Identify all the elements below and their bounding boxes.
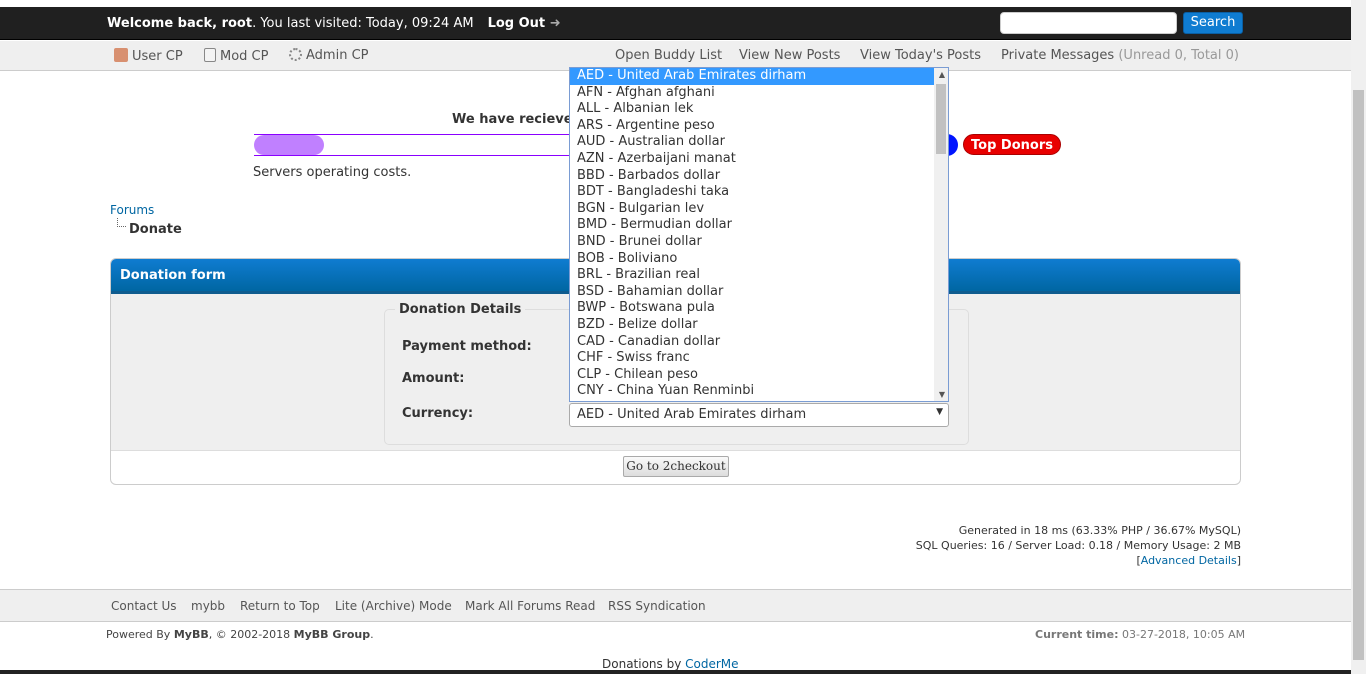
gear-icon [289,48,302,61]
user-icon [114,48,128,62]
top-donors-button[interactable]: Top Donors [963,134,1061,155]
debug-stats: Generated in 18 ms (63.33% PHP / 36.67% … [915,524,1241,567]
nav-new-posts[interactable]: View New Posts [739,48,840,63]
goal-title: We have recieve [452,112,573,127]
footer-rss[interactable]: RSS Syndication [608,599,706,613]
scroll-up-icon[interactable]: ▲ [939,70,945,79]
currency-option[interactable]: BDT - Bangladeshi taka [570,184,948,201]
currency-select[interactable]: AED - United Arab Emirates dirham ▼ [569,403,949,427]
search-button[interactable]: Search [1183,12,1243,34]
currency-option[interactable]: AFN - Afghan afghani [570,85,948,102]
footer-mark-read[interactable]: Mark All Forums Read [465,599,595,613]
nav-mod-cp[interactable]: Mod CP [204,48,268,64]
nav-today-posts[interactable]: View Today's Posts [860,48,981,63]
nav-private-messages[interactable]: Private Messages [1001,48,1114,63]
progress-fill [254,135,325,155]
bottom-bar [0,670,1351,674]
welcome-text: Welcome back, root. You last visited: To… [107,16,561,31]
breadcrumb-tree-line [117,218,126,227]
stats-generated: Generated in 18 ms (63.33% PHP / 36.67% … [958,524,1241,537]
footer-lite-mode[interactable]: Lite (Archive) Mode [335,599,452,613]
fieldset-legend: Donation Details [395,302,526,317]
currency-dropdown-list[interactable]: AED - United Arab Emirates dirham AFN - A… [569,67,949,402]
payment-method-label: Payment method: [402,339,532,354]
breadcrumb-current: Donate [129,222,182,237]
coderme-link[interactable]: CoderMe [685,657,738,671]
currency-option[interactable]: BND - Brunei dollar [570,234,948,251]
currency-option[interactable]: BOB - Boliviano [570,251,948,268]
pm-counts: (Unread 0, Total 0) [1118,48,1239,63]
breadcrumb-forums[interactable]: Forums [110,203,154,217]
currency-option[interactable]: AZN - Azerbaijani manat [570,151,948,168]
dropdown-scroll-thumb[interactable] [936,84,946,154]
footer-contact-us[interactable]: Contact Us [111,599,177,613]
notepad-icon [204,48,216,62]
search-input[interactable] [1000,12,1177,34]
currency-option[interactable]: AUD - Australian dollar [570,134,948,151]
footer-return-top[interactable]: Return to Top [240,599,320,613]
currency-option[interactable]: BGN - Bulgarian lev [570,201,948,218]
nav-buddy-list[interactable]: Open Buddy List [615,48,722,63]
currency-option[interactable]: CAD - Canadian dollar [570,334,948,351]
currency-option[interactable]: CNY - China Yuan Renminbi [570,383,948,400]
footer-nav: Contact Us mybb Return to Top Lite (Arch… [0,589,1351,622]
currency-label: Currency: [402,406,474,421]
current-time: Current time: 03-27-2018, 10:05 AM [1035,628,1246,641]
donations-by: Donations by CoderMe [602,657,739,671]
logout-link[interactable]: Log Out ➜ [488,16,561,31]
chevron-down-icon: ▼ [936,407,943,417]
top-bar: Welcome back, root. You last visited: To… [0,7,1351,40]
currency-option[interactable]: BZD - Belize dollar [570,317,948,334]
powered-by: Powered By MyBB, © 2002-2018 MyBB Group. [106,628,374,641]
currency-option[interactable]: BRL - Brazilian real [570,267,948,284]
page-scroll-thumb[interactable] [1353,90,1364,660]
advanced-details-link[interactable]: Advanced Details [1141,554,1237,567]
dropdown-scrollbar[interactable]: ▲ ▼ [934,68,948,401]
mybb-group-link[interactable]: MyBB Group [294,628,370,641]
nav-admin-cp[interactable]: Admin CP [289,48,368,63]
currency-option[interactable]: CLP - Chilean peso [570,367,948,384]
currency-option[interactable]: BMD - Bermudian dollar [570,217,948,234]
nav-user-cp[interactable]: User CP [114,48,183,64]
currency-option[interactable]: ARS - Argentine peso [570,118,948,135]
currency-option[interactable]: BSD - Bahamian dollar [570,284,948,301]
currency-option[interactable]: AED - United Arab Emirates dirham [570,68,948,85]
goal-description: Servers operating costs. [253,165,412,180]
arrow-right-icon: ➜ [549,16,561,31]
go-to-2checkout-button[interactable]: Go to 2checkout [623,456,729,477]
currency-option[interactable]: BBD - Barbados dollar [570,168,948,185]
currency-option[interactable]: BWP - Botswana pula [570,300,948,317]
footer-mybb[interactable]: mybb [191,599,225,613]
scroll-down-icon[interactable]: ▼ [939,390,945,399]
amount-label: Amount: [402,371,465,386]
mybb-link[interactable]: MyBB [174,628,209,641]
stats-queries: SQL Queries: 16 / Server Load: 0.18 / Me… [915,539,1241,552]
currency-option[interactable]: ALL - Albanian lek [570,101,948,118]
currency-option[interactable]: CHF - Swiss franc [570,350,948,367]
